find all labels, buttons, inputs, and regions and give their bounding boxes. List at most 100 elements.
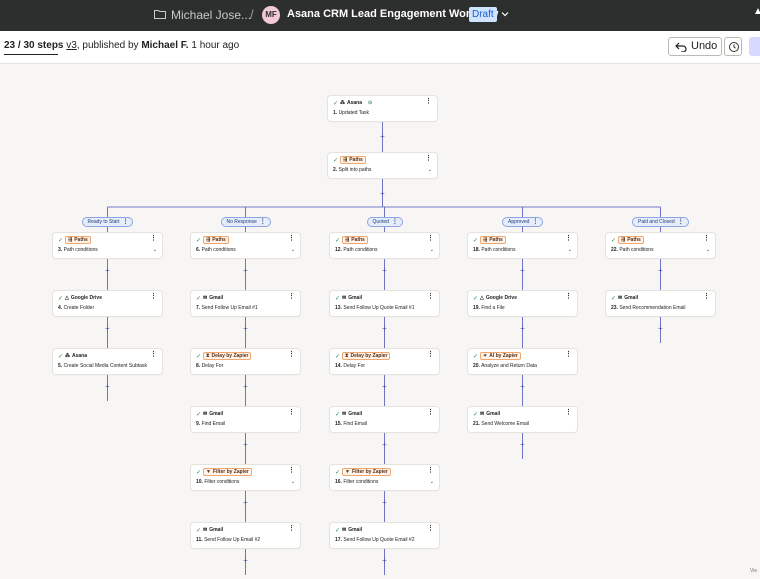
path-menu-icon[interactable]: ⋮ — [678, 218, 684, 226]
collapse-icon[interactable]: ▲ — [753, 6, 760, 17]
step-menu-icon[interactable]: ⋮ — [150, 235, 157, 242]
add-step-button[interactable]: + — [382, 325, 388, 333]
step-menu-icon[interactable]: ⋮ — [565, 293, 572, 300]
step-menu-icon[interactable]: ⋮ — [565, 409, 572, 416]
add-step-button[interactable]: + — [243, 325, 249, 333]
expand-chevron-icon[interactable]: ⌄ — [706, 247, 710, 253]
expand-chevron-icon[interactable]: ⌄ — [291, 479, 295, 485]
step-menu-icon[interactable]: ⋮ — [427, 351, 434, 358]
breadcrumb-folder[interactable]: Michael Jose... — [171, 8, 251, 22]
add-step-button[interactable]: + — [243, 499, 249, 507]
path-menu-icon[interactable]: ⋮ — [392, 218, 398, 226]
add-step-button[interactable]: + — [382, 499, 388, 507]
path-menu-icon[interactable]: ⋮ — [532, 218, 538, 226]
expand-chevron-icon[interactable]: ⌄ — [153, 247, 157, 253]
step-card-16[interactable]: ✓ ▼ Filter by Zapier ⋮ 16. Filter conditions… — [330, 465, 439, 490]
add-step-button[interactable]: + — [658, 325, 664, 333]
add-step-button[interactable]: + — [382, 267, 388, 275]
step-card-19[interactable]: ✓ △ Google Drive ⋮ 19. Find a File — [468, 291, 577, 316]
step-card-12[interactable]: ✓ ⇶ Paths ⋮ 12. Path conditions ⌄ — [330, 233, 439, 258]
add-step-button[interactable]: + — [105, 383, 111, 391]
expand-chevron-icon[interactable]: ⌄ — [568, 247, 572, 253]
step-menu-icon[interactable]: ⋮ — [425, 155, 432, 162]
add-step-button[interactable]: + — [243, 267, 249, 275]
step-menu-icon[interactable]: ⋮ — [427, 525, 434, 532]
step-menu-icon[interactable]: ⋮ — [427, 293, 434, 300]
undo-button[interactable]: Undo — [668, 37, 722, 56]
step-card-14[interactable]: ✓ ⧗ Delay by Zapier ⋮ 14. Delay For — [330, 349, 439, 374]
add-step-button[interactable]: + — [382, 441, 388, 449]
step-menu-icon[interactable]: ⋮ — [288, 409, 295, 416]
step-menu-icon[interactable]: ⋮ — [703, 235, 710, 242]
step-menu-icon[interactable]: ⋮ — [565, 235, 572, 242]
chevron-down-icon[interactable] — [500, 10, 510, 18]
step-card-1[interactable]: ✓ ⁂ Asana ⊙ ⋮ 1. Updated Task — [328, 96, 437, 121]
step-card-21[interactable]: ✓ ✉ Gmail ⋮ 21. Send Welcome Email — [468, 407, 577, 432]
step-card-7[interactable]: ✓ ✉ Gmail ⋮ 7. Send Follow Up Email #1 — [191, 291, 300, 316]
avatar[interactable]: MF — [262, 6, 280, 24]
workflow-canvas[interactable]: + + + + + + + + + + + + + + + + + + + + + + + Ready to Start ⋮ No… — [0, 64, 760, 579]
history-button[interactable] — [724, 37, 742, 56]
add-step-button[interactable]: + — [105, 267, 111, 275]
step-card-17[interactable]: ✓ ✉ Gmail ⋮ 17. Send Follow Up Quote Email #… — [330, 523, 439, 548]
step-card-2[interactable]: ✓ ⇶ Paths ⋮ 2. Split into paths ⌄ — [328, 153, 437, 178]
add-step-button[interactable]: + — [105, 325, 111, 333]
expand-chevron-icon[interactable]: ⌄ — [430, 247, 434, 253]
expand-chevron-icon[interactable]: ⌄ — [430, 479, 434, 485]
zap-title[interactable]: Asana CRM Lead Engagement Workflow — [287, 8, 498, 20]
step-menu-icon[interactable]: ⋮ — [425, 98, 432, 105]
add-step-button[interactable]: + — [520, 383, 526, 391]
step-card-5[interactable]: ✓ ⁂ Asana ⋮ 5. Create Social Media Content S… — [53, 349, 162, 374]
path-menu-icon[interactable]: ⋮ — [260, 218, 266, 226]
add-step-button[interactable]: + — [382, 383, 388, 391]
path-pill-quoted[interactable]: Quoted ⋮ — [366, 217, 403, 227]
add-step-button[interactable]: + — [658, 267, 664, 275]
step-card-9[interactable]: ✓ ✉ Gmail ⋮ 9. Find Email — [191, 407, 300, 432]
step-card-20[interactable]: ✓ ✦ AI by Zapier ⋮ 20. Analyze and Return Da… — [468, 349, 577, 374]
path-label: No Response — [226, 219, 257, 225]
add-step-button[interactable]: + — [520, 267, 526, 275]
step-menu-icon[interactable]: ⋮ — [565, 351, 572, 358]
step-menu-icon[interactable]: ⋮ — [288, 525, 295, 532]
folder-icon[interactable] — [154, 9, 166, 19]
step-menu-icon[interactable]: ⋮ — [703, 293, 710, 300]
version-link[interactable]: v3 — [66, 40, 77, 51]
add-step-button[interactable]: + — [380, 133, 386, 141]
add-step-button[interactable]: + — [520, 325, 526, 333]
step-menu-icon[interactable]: ⋮ — [288, 293, 295, 300]
step-menu-icon[interactable]: ⋮ — [288, 467, 295, 474]
path-pill-no-response[interactable]: No Response ⋮ — [220, 217, 271, 227]
path-pill-approved[interactable]: Approved ⋮ — [502, 217, 544, 227]
step-menu-icon[interactable]: ⋮ — [427, 235, 434, 242]
step-menu-icon[interactable]: ⋮ — [288, 351, 295, 358]
add-step-button[interactable]: + — [382, 557, 388, 565]
expand-chevron-icon[interactable]: ⌄ — [291, 247, 295, 253]
add-step-button[interactable]: + — [520, 441, 526, 449]
add-step-button[interactable]: + — [243, 441, 249, 449]
step-card-6[interactable]: ✓ ⇶ Paths ⋮ 6. Path conditions ⌄ — [191, 233, 300, 258]
step-card-23[interactable]: ✓ ✉ Gmail ⋮ 23. Send Recommendation Email — [606, 291, 715, 316]
path-pill-ready-to-start[interactable]: Ready to Start ⋮ — [81, 217, 134, 227]
expand-chevron-icon[interactable]: ⌄ — [428, 167, 432, 173]
step-card-3[interactable]: ✓ ⇶ Paths ⋮ 3. Path conditions ⌄ — [53, 233, 162, 258]
step-card-11[interactable]: ✓ ✉ Gmail ⋮ 11. Send Follow Up Email #2 — [191, 523, 300, 548]
step-card-22[interactable]: ✓ ⇶ Paths ⋮ 22. Path conditions ⌄ — [606, 233, 715, 258]
step-card-8[interactable]: ✓ ⧗ Delay by Zapier ⋮ 8. Delay For — [191, 349, 300, 374]
side-panel-button[interactable] — [749, 37, 760, 56]
path-menu-icon[interactable]: ⋮ — [122, 218, 128, 226]
step-card-15[interactable]: ✓ ✉ Gmail ⋮ 15. Find Email — [330, 407, 439, 432]
path-pill-paid-and-closed[interactable]: Paid and Closed ⋮ — [632, 217, 689, 227]
step-menu-icon[interactable]: ⋮ — [427, 409, 434, 416]
step-card-13[interactable]: ✓ ✉ Gmail ⋮ 13. Send Follow Up Quote Email #… — [330, 291, 439, 316]
add-step-button[interactable]: + — [380, 190, 386, 198]
paths-icon: ⇶ — [68, 237, 73, 243]
step-menu-icon[interactable]: ⋮ — [427, 467, 434, 474]
step-card-18[interactable]: ✓ ⇶ Paths ⋮ 18. Path conditions ⌄ — [468, 233, 577, 258]
step-menu-icon[interactable]: ⋮ — [150, 293, 157, 300]
add-step-button[interactable]: + — [243, 557, 249, 565]
step-menu-icon[interactable]: ⋮ — [288, 235, 295, 242]
step-card-10[interactable]: ✓ ▼ Filter by Zapier ⋮ 10. Filter conditions… — [191, 465, 300, 490]
step-card-4[interactable]: ✓ △ Google Drive ⋮ 4. Create Folder — [53, 291, 162, 316]
step-menu-icon[interactable]: ⋮ — [150, 351, 157, 358]
add-step-button[interactable]: + — [243, 383, 249, 391]
